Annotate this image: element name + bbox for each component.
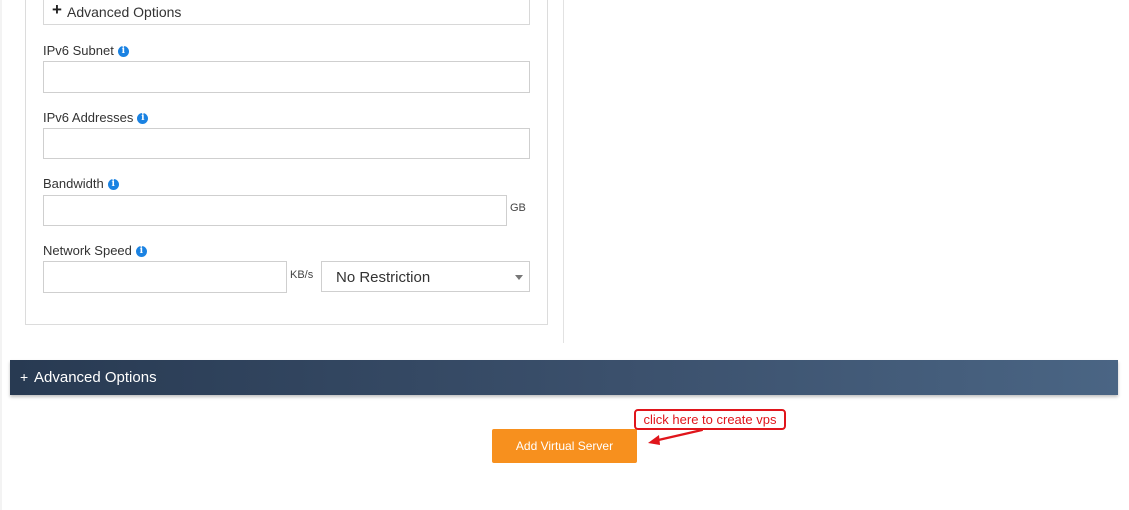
ipv6-addresses-label: IPv6 Addresses i — [43, 110, 149, 126]
info-icon[interactable]: i — [137, 112, 149, 124]
restriction-selected-value: No Restriction — [336, 269, 431, 286]
advanced-options-label: Advanced Options — [67, 4, 182, 20]
bandwidth-label-text: Bandwidth — [43, 176, 104, 191]
network-speed-label: Network Speed i — [43, 243, 147, 259]
plus-icon: + — [52, 0, 62, 19]
ipv6-addresses-input[interactable] — [43, 128, 530, 159]
bandwidth-unit: GB — [510, 202, 526, 214]
column-divider — [563, 0, 564, 343]
info-icon[interactable]: i — [117, 45, 129, 57]
bandwidth-input[interactable] — [43, 195, 507, 226]
ipv6-subnet-input[interactable] — [43, 61, 530, 93]
info-icon[interactable]: i — [107, 178, 119, 190]
left-edge-strip — [0, 0, 2, 510]
bandwidth-label: Bandwidth i — [43, 176, 119, 192]
add-virtual-server-button[interactable]: Add Virtual Server — [492, 429, 637, 463]
ipv6-addresses-label-text: IPv6 Addresses — [43, 110, 134, 125]
network-speed-label-text: Network Speed — [43, 243, 132, 258]
network-speed-restriction-select[interactable]: No Restriction — [321, 261, 530, 292]
annotation-arrow-icon — [648, 428, 704, 445]
network-speed-unit: KB/s — [290, 269, 314, 281]
plus-icon: + — [20, 369, 29, 385]
page: + Advanced Options IPv6 Subnet i IPv6 Ad… — [0, 0, 1129, 510]
ipv6-subnet-label-text: IPv6 Subnet — [43, 43, 114, 58]
advanced-options-bar-label: Advanced Options — [34, 369, 157, 386]
advanced-options-toggle[interactable]: + Advanced Options — [43, 0, 530, 25]
advanced-options-bar[interactable]: + Advanced Options — [10, 360, 1118, 395]
ipv6-subnet-label: IPv6 Subnet i — [43, 43, 129, 59]
info-icon[interactable]: i — [135, 245, 147, 257]
network-speed-input[interactable] — [43, 261, 287, 293]
chevron-down-icon — [515, 275, 523, 280]
